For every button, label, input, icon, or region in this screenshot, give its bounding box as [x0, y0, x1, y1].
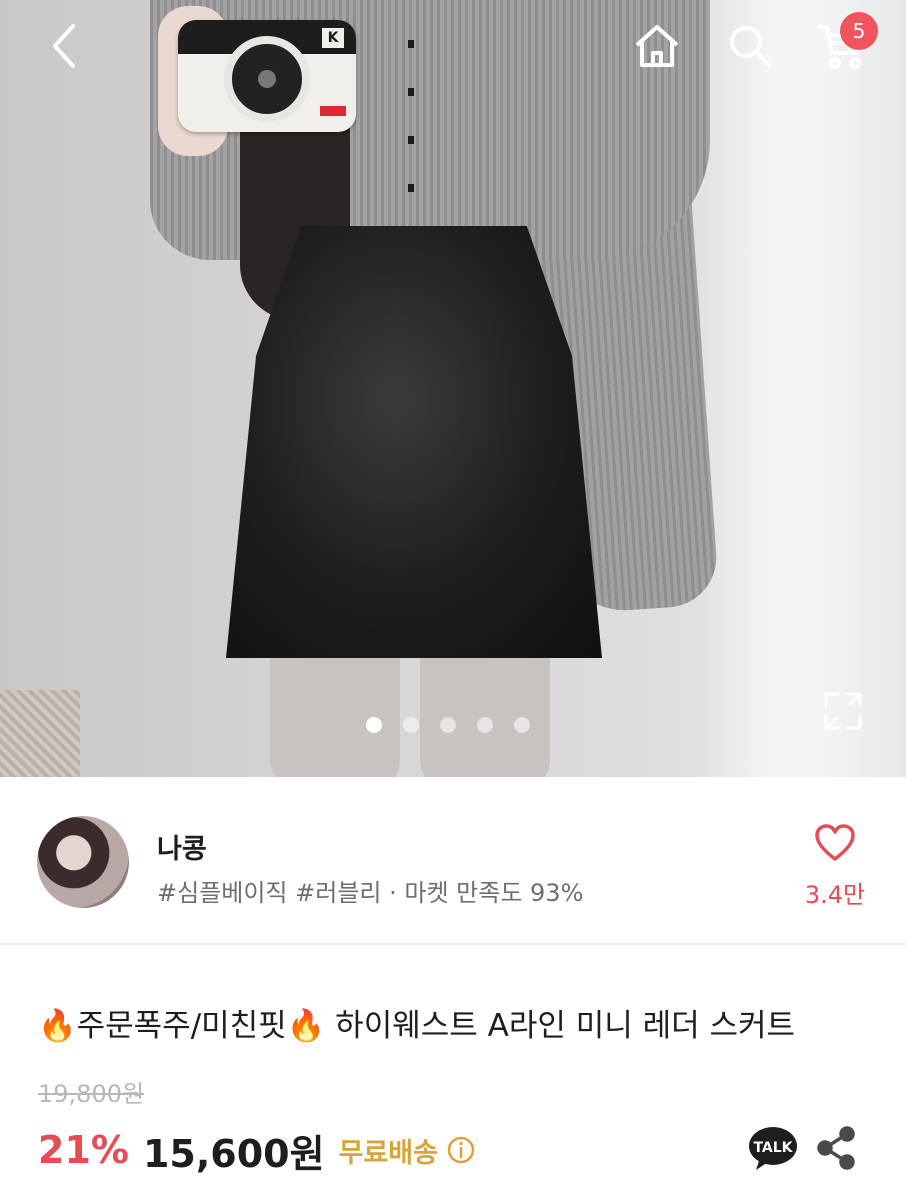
like-count: 3.4만	[804, 881, 866, 909]
kakao-talk-button[interactable]: TALK	[748, 1126, 798, 1172]
product-title: 🔥주문폭주/미친핏🔥 하이웨스트 A라인 미니 레더 스커트	[38, 1000, 795, 1045]
title-main: 하이웨스트 A라인 미니 레더 스커트	[335, 1008, 796, 1044]
seller-info[interactable]: 나콩 #심플베이직 #러블리 · 마켓 만족도 93% 3.4만	[0, 777, 906, 945]
seller-name[interactable]: 나콩	[157, 827, 207, 866]
fire-icon: 🔥	[38, 1008, 77, 1044]
leg-left	[270, 650, 400, 777]
cart-count-badge: 5	[840, 12, 878, 50]
discount-rate: 21%	[38, 1128, 129, 1172]
heart-outline-icon	[815, 824, 855, 861]
fire-icon: 🔥	[286, 1008, 326, 1044]
expand-icon[interactable]	[822, 690, 864, 732]
like-button[interactable]	[814, 823, 856, 863]
original-price: 19,800원	[38, 1080, 145, 1108]
product-image-gallery[interactable]: K	[0, 0, 906, 777]
gallery-dot[interactable]	[514, 717, 530, 733]
back-button[interactable]	[38, 20, 90, 72]
seller-avatar[interactable]	[37, 816, 129, 908]
leg-right	[420, 650, 550, 777]
gallery-dot[interactable]	[366, 717, 382, 733]
cardigan-buttons	[408, 40, 414, 240]
info-icon[interactable]	[446, 1135, 476, 1165]
background-table	[0, 690, 80, 777]
share-button[interactable]	[816, 1126, 856, 1170]
share-icon	[817, 1126, 855, 1170]
seller-tags: #심플베이직 #러블리 · 마켓 만족도 93%	[157, 879, 584, 907]
search-button[interactable]	[724, 20, 776, 72]
talk-icon: TALK	[749, 1127, 797, 1170]
leather-skirt	[226, 226, 602, 658]
camera-logo: K	[322, 28, 344, 48]
instant-camera: K	[178, 20, 356, 132]
home-button[interactable]	[631, 20, 683, 72]
title-prefix: 주문폭주/미친핏	[76, 1008, 287, 1044]
price-row: 21% 15,600원 무료배송	[38, 1122, 476, 1178]
chevron-left-icon	[53, 24, 75, 68]
search-icon	[730, 26, 771, 67]
sale-price: 15,600원	[142, 1131, 325, 1176]
home-icon	[635, 25, 679, 67]
background-curtain	[696, 0, 906, 777]
gallery-dot[interactable]	[403, 717, 419, 733]
talk-label: TALK	[753, 1140, 793, 1156]
free-shipping-label: 무료배송	[338, 1137, 438, 1169]
gallery-pagination	[366, 717, 530, 733]
gallery-dot[interactable]	[440, 717, 456, 733]
gallery-dot[interactable]	[477, 717, 493, 733]
